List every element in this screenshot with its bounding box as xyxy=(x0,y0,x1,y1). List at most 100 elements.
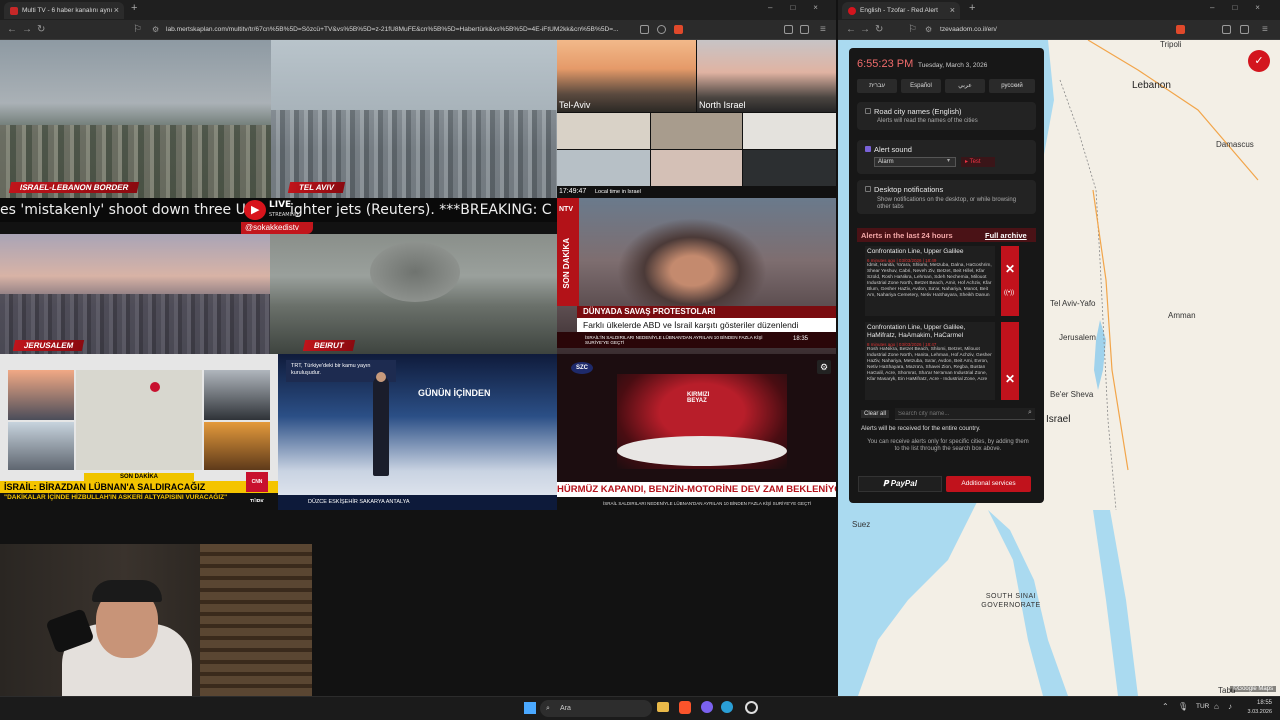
tray-mic-icon[interactable]: 🎙 xyxy=(1178,702,1188,711)
video-beirut[interactable]: BEIRUT xyxy=(270,234,557,354)
window-controls[interactable]: –□× xyxy=(768,3,836,12)
close-tab-icon[interactable]: × xyxy=(114,2,119,19)
test-sound-button[interactable]: ▸ Test xyxy=(961,157,995,167)
chevron-down-icon: ▾ xyxy=(947,158,951,164)
presenter-figure xyxy=(373,376,389,476)
back-icon[interactable]: ← xyxy=(7,24,17,36)
left-tabbar: Multi TV - 6 haber kanalını aynı × + –□× xyxy=(0,0,836,20)
cnn-map xyxy=(76,370,202,470)
settings-gear-icon[interactable]: ⚙ xyxy=(817,360,831,374)
site-info-icon[interactable]: ⚙ xyxy=(152,24,159,36)
address-bar[interactable]: lab.mertskaplan.com/multitv/tr/67cn%5B%5… xyxy=(166,23,632,37)
screen-icon[interactable] xyxy=(640,25,649,34)
lang-russian-button[interactable]: русский xyxy=(989,79,1035,93)
szc-headline: HÜRMÜZ KAPANDI, BENZİN-MOTORİNE DEV ZAM … xyxy=(557,482,836,497)
smoke-plume xyxy=(370,242,460,302)
full-archive-link[interactable]: Full archive xyxy=(985,231,1027,240)
tray-time[interactable]: 18:55 xyxy=(1246,700,1272,706)
menu-icon-right[interactable]: ≡ xyxy=(1262,24,1268,36)
map-label-lebanon: Lebanon xyxy=(1132,80,1171,91)
new-tab-icon-right[interactable]: + xyxy=(969,2,975,14)
tab-tzofar[interactable]: English - Tzofar - Red Alert × xyxy=(842,2,960,19)
wallet-icon-right[interactable] xyxy=(1240,25,1249,34)
video-jerusalem[interactable]: JERUSALEM xyxy=(0,234,270,354)
alert-title-2: Confrontation Line, Upper Galilee, HaMif… xyxy=(867,324,966,339)
alerts-list[interactable]: Confrontation Line, Upper Galilee 6 minu… xyxy=(857,242,1036,400)
lang-arabic-button[interactable]: عربي xyxy=(945,79,985,93)
tray-chevron-icon[interactable]: ⌃ xyxy=(1162,702,1169,711)
reload-icon-right[interactable]: ↻ xyxy=(875,24,883,36)
presenter-head xyxy=(376,372,386,382)
bookmark-icon[interactable]: ⚐ xyxy=(133,24,142,36)
brave-shield-icon[interactable] xyxy=(674,25,683,34)
back-icon-right[interactable]: ← xyxy=(846,24,856,36)
start-button-icon[interactable] xyxy=(524,702,536,714)
alert-item[interactable]: Confrontation Line, Upper Galilee 6 minu… xyxy=(865,246,995,316)
reload-icon[interactable]: ↻ xyxy=(37,24,45,36)
tray-volume-icon[interactable]: ♪ xyxy=(1228,702,1232,711)
cnn-subheadline: "DAKİKALAR İÇİNDE HİZBULLAH'IN ASKERİ AL… xyxy=(0,493,278,502)
video-sozcu[interactable]: SZC ⚙ KIRMIZI BEYAZ HÜRMÜZ KAPANDI, BENZ… xyxy=(557,354,836,510)
alert-title: Confrontation Line, Upper Galilee xyxy=(867,248,964,255)
alert-sound-select[interactable]: Alarm xyxy=(874,157,956,167)
read-names-checkbox[interactable] xyxy=(865,108,871,114)
site-info-icon-right[interactable]: ⚙ xyxy=(925,24,932,36)
alerts-header: Alerts in the last 24 hours Full archive xyxy=(857,228,1036,242)
brave-taskbar-icon[interactable] xyxy=(679,701,691,714)
tray-network-icon[interactable]: ⌂ xyxy=(1214,702,1219,711)
city-search-input[interactable] xyxy=(895,408,1035,420)
file-explorer-icon[interactable] xyxy=(657,702,669,712)
bookmark-icon-right[interactable]: ⚐ xyxy=(908,24,917,36)
cnn-headline: İSRAİL: BİRAZDAN LÜBNAN'A SALDIRACAĞIZ xyxy=(0,481,278,493)
forward-icon[interactable]: → xyxy=(22,24,32,36)
close-tab-icon-right[interactable]: × xyxy=(950,2,955,19)
sidebar-icon-right[interactable] xyxy=(1222,25,1231,34)
taskbar-search[interactable]: ⌕ Ara xyxy=(540,700,652,717)
brave-shield-icon-right[interactable] xyxy=(1176,25,1185,34)
cam-caption: Local time in Israel xyxy=(595,189,641,195)
window-controls-right[interactable]: –□× xyxy=(1210,3,1278,12)
sidebar-icon[interactable] xyxy=(784,25,793,34)
discord-taskbar-icon[interactable] xyxy=(701,701,713,713)
tray-date[interactable]: 3.03.2026 xyxy=(1242,709,1272,715)
video-israel-lebanon-border[interactable]: ISRAEL-LEBANON BORDER xyxy=(0,40,271,198)
taskbar-search-text: Ara xyxy=(560,705,571,712)
label-tel-aviv: TEL AVIV xyxy=(287,182,346,193)
lang-spanish-button[interactable]: Español xyxy=(901,79,941,93)
forward-icon-right[interactable]: → xyxy=(860,24,870,36)
right-tabbar: English - Tzofar - Red Alert × + –□× xyxy=(838,0,1280,20)
video-ntv[interactable]: NTV SON DAKİKA DÜNYADA SAVAŞ PROTESTOLAR… xyxy=(557,198,836,354)
ntv-bottom-text: İSRAİL'İN SALDIRILARI NEDENİYLE LÜBNAN'D… xyxy=(585,335,763,345)
new-tab-icon[interactable]: + xyxy=(131,2,137,14)
video-trt[interactable]: TRT, Türkiye'deki bir kamu yayın kuruluş… xyxy=(278,354,557,510)
video-tel-aviv[interactable]: TEL AVIV xyxy=(271,40,557,198)
tab-multitv[interactable]: Multi TV - 6 haber kanalını aynı × xyxy=(4,2,124,19)
entire-country-note: Alerts will be received for the entire c… xyxy=(861,425,981,432)
obs-taskbar-icon[interactable] xyxy=(745,701,758,714)
telegram-taskbar-icon[interactable] xyxy=(721,701,733,713)
highway xyxy=(1087,40,1259,181)
wallet-icon[interactable] xyxy=(800,25,809,34)
menu-icon[interactable]: ≡ xyxy=(820,24,826,36)
paypal-button[interactable]: 𝐏 PayPal xyxy=(858,476,942,492)
additional-services-button[interactable]: Additional services xyxy=(946,476,1031,492)
video-cnn-turk[interactable]: SON DAKİKA İSRAİL: BİRAZDAN LÜBNAN'A SAL… xyxy=(0,354,278,510)
gulf-of-aqaba xyxy=(1093,510,1138,696)
trt-show-title: GÜNÜN İÇİNDEN xyxy=(418,388,491,398)
alert-sound-title: Alert sound xyxy=(874,145,912,154)
video-israel-cams[interactable]: Tel-Aviv North Israel 17:49:47 Local tim… xyxy=(557,40,836,198)
cnn-bottom-bar xyxy=(0,502,278,510)
share-icon[interactable] xyxy=(657,25,666,34)
lang-hebrew-button[interactable]: עברית xyxy=(857,79,897,93)
tab-title-right: English - Tzofar - Red Alert xyxy=(860,7,938,14)
breaking-ticker: es 'mistakenly' shoot down three U ighte… xyxy=(0,198,557,222)
desktop-notifications-checkbox[interactable] xyxy=(865,186,871,192)
clear-all-button[interactable]: Clear all xyxy=(861,410,890,418)
alert-item-2[interactable]: Confrontation Line, Upper Galilee, HaMif… xyxy=(865,322,995,400)
tzofar-logo-icon[interactable]: ✓ xyxy=(1248,50,1270,72)
broadcast-icon: ((•)) xyxy=(1004,290,1015,296)
tray-language[interactable]: TUR xyxy=(1196,703,1209,710)
map-label-tripoli: Tripoli xyxy=(1160,40,1182,49)
address-bar-right[interactable]: tzevaadom.co.il/en/ xyxy=(940,23,1140,37)
alert-sound-checkbox[interactable] xyxy=(865,146,871,152)
